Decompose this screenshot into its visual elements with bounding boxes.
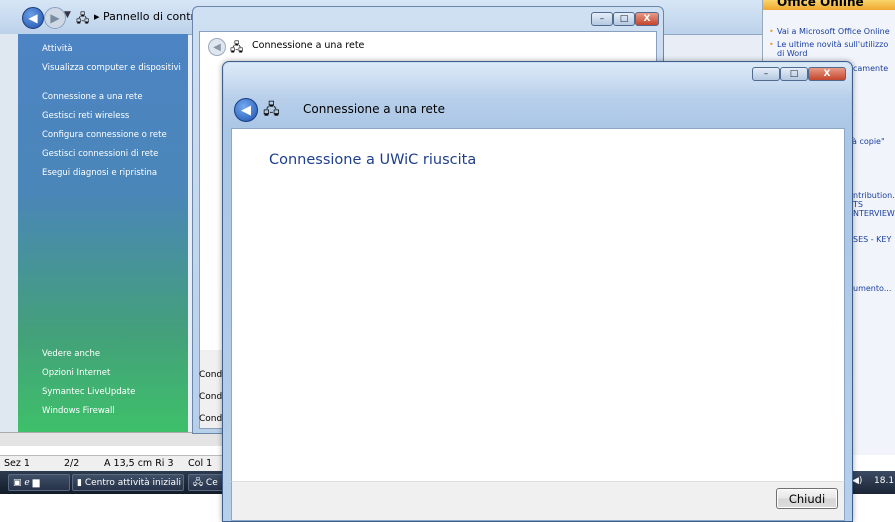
window-title: Connessione a una rete (252, 40, 365, 51)
office-snippet: NTERVIEW @ (853, 209, 895, 218)
chiudi-button[interactable]: Chiudi (776, 488, 838, 509)
sidebar-task-diagnose[interactable]: Esegui diagnosi e ripristina (42, 168, 182, 179)
see-also-internet-options[interactable]: Opzioni Internet (42, 368, 182, 379)
sidebar-task-setup-connection[interactable]: Configura connessione o rete (42, 130, 182, 141)
network-icon: 🖧 (230, 40, 244, 54)
control-panel-icon: 🖧 (193, 477, 206, 488)
maximize-button[interactable]: □ (613, 12, 635, 26)
connect-network-dialog: – □ X ◀ 🖧 Connessione a una rete Conness… (222, 61, 853, 522)
status-position: A 13,5 cm Ri 3 (104, 458, 174, 469)
back-arrow-icon[interactable]: ◀ (234, 98, 258, 122)
clock[interactable]: 18.1 (874, 476, 894, 486)
minimize-button[interactable]: – (591, 12, 613, 26)
see-also-title: Vedere anche (42, 349, 101, 359)
dialog-footer: Chiudi (231, 481, 845, 521)
status-pages: 2/2 (64, 458, 80, 469)
left-strip (0, 34, 18, 432)
see-also-firewall[interactable]: Windows Firewall (42, 406, 182, 417)
control-panel-sidebar: Attività Visualizza computer e dispositi… (18, 34, 188, 432)
sidebar-task-view-devices[interactable]: Visualizza computer e dispositivi (42, 63, 182, 74)
sidebar-section-title: Attività (42, 44, 73, 54)
breadcrumb-separator-icon: ▸ (94, 10, 104, 23)
office-link-online[interactable]: Vai a Microsoft Office Online (769, 27, 892, 36)
sidebar-task-manage-connections[interactable]: Gestisci connessioni di rete (42, 149, 182, 160)
office-snippet: umento... (853, 284, 892, 293)
back-arrow-icon[interactable]: ◀ (208, 38, 226, 56)
office-online-header: Office Online (763, 0, 895, 10)
status-column: Col 1 (188, 458, 213, 469)
dialog-content: Connessione a UWiC riuscita (231, 128, 845, 482)
quick-launch[interactable]: ▣ ℯ ▆ (8, 474, 70, 491)
success-heading: Connessione a UWiC riuscita (269, 152, 477, 168)
volume-icon[interactable]: ◀) (852, 476, 862, 486)
office-link-news[interactable]: Le ultime novità sull'utilizzo di Word (769, 40, 892, 58)
word-status-bar: Sez 1 2/2 A 13,5 cm Ri 3 Col 1 (0, 455, 230, 472)
folder-icon[interactable]: ▆ (33, 478, 40, 488)
status-section: Sez 1 (4, 458, 30, 469)
office-snippet: camente (853, 64, 889, 73)
back-arrow-icon[interactable]: ◀ (22, 7, 44, 29)
office-snippet: SES - KEY (853, 235, 892, 244)
minimize-button[interactable]: – (752, 67, 780, 81)
close-button[interactable]: X (808, 67, 846, 81)
system-tray: ◀) 18.1 (848, 471, 895, 494)
office-snippet: à copie" (852, 137, 885, 146)
control-panel-icon: 🖧 (76, 11, 90, 25)
sidebar-task-manage-wireless[interactable]: Gestisci reti wireless (42, 111, 182, 122)
taskbar-button-welcome-center[interactable]: ▮ Centro attività iniziali (72, 474, 184, 491)
office-snippet: ntribution. (853, 191, 895, 200)
welcome-center-icon: ▮ (77, 477, 85, 488)
network-icon: 🖧 (263, 100, 280, 118)
sidebar-task-connect-network[interactable]: Connessione a una rete (42, 92, 182, 103)
chevron-down-icon[interactable]: ▼ (64, 10, 74, 22)
ie-icon[interactable]: ℯ (24, 478, 29, 488)
office-snippet: TS (853, 200, 863, 209)
windows-start-icon[interactable]: ▣ (13, 478, 22, 488)
see-also-liveupdate[interactable]: Symantec LiveUpdate (42, 387, 182, 398)
dialog-title: Connessione a una rete (303, 102, 445, 116)
maximize-button[interactable]: □ (780, 67, 808, 81)
forward-arrow-icon[interactable]: ▶ (44, 7, 66, 29)
close-button[interactable]: X (635, 12, 659, 26)
horizontal-scrollbar[interactable] (0, 432, 230, 446)
